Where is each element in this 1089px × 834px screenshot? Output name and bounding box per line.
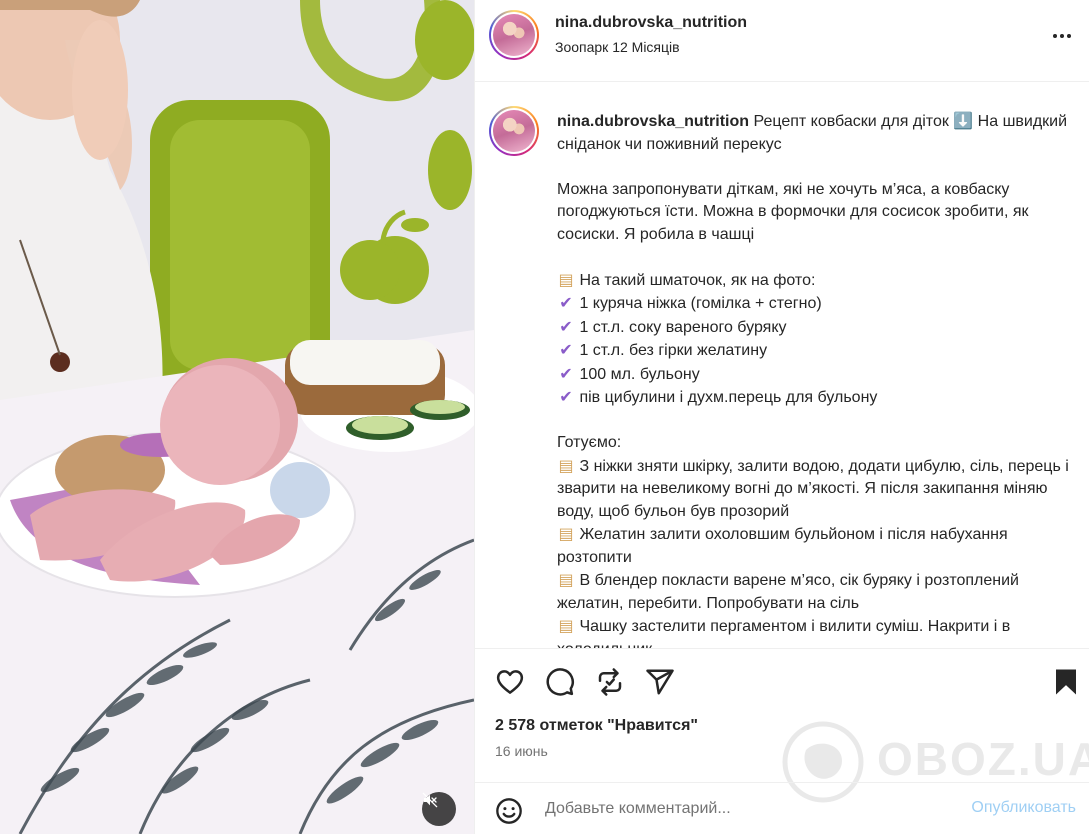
steps-header: Готуємо: <box>557 434 622 451</box>
sandwich-icon: ▤ <box>558 570 574 589</box>
post-caption: nina.dubrovska_nutrition Рецепт ковбаски… <box>557 111 1072 648</box>
check-icon: ✔ <box>559 340 573 359</box>
check-icon: ✔ <box>559 387 573 406</box>
comment-bar: Опубликовать <box>475 782 1089 834</box>
step-item: Чашку застелити пергаментом і вилити сум… <box>557 618 1011 648</box>
publish-button[interactable]: Опубликовать <box>971 799 1076 817</box>
share-icon[interactable] <box>645 667 675 697</box>
emoji-icon[interactable] <box>495 797 523 825</box>
author-avatar[interactable] <box>489 10 539 60</box>
post-header: nina.dubrovska_nutrition Зоопарк 12 Міся… <box>475 0 1089 82</box>
portion-header: На такий шматочок, як на фото: <box>579 271 816 289</box>
author-username[interactable]: nina.dubrovska_nutrition <box>555 14 747 32</box>
sandwich-icon: ▤ <box>558 269 574 289</box>
caption-paragraph: Можна запропонувати діткам, які не хочут… <box>557 180 1029 243</box>
check-icon: ✔ <box>559 363 573 383</box>
heart-icon[interactable] <box>495 667 525 697</box>
comment-icon[interactable] <box>545 667 575 697</box>
likes-count[interactable]: 2 578 отметок "Нравится" <box>495 717 698 735</box>
bookmark-icon[interactable] <box>1051 667 1081 697</box>
post-date[interactable]: 16 июнь <box>495 743 548 759</box>
step-item: З ніжки зняти шкірку, залити водою, дода… <box>557 457 1069 520</box>
caption-username[interactable]: nina.dubrovska_nutrition <box>557 113 749 130</box>
post-details-panel: nina.dubrovska_nutrition Зоопарк 12 Міся… <box>474 0 1089 834</box>
ingredient-item: 1 ст.л. соку вареного буряку <box>579 318 787 336</box>
step-item: Желатин залити охоловшим бульйоном і піс… <box>557 526 1008 566</box>
ingredient-item: 100 мл. бульону <box>579 365 700 383</box>
check-icon: ✔ <box>559 293 573 312</box>
check-icon: ✔ <box>559 316 573 336</box>
post-photo <box>0 0 474 834</box>
repost-icon[interactable] <box>595 667 625 697</box>
post-media[interactable] <box>0 0 474 834</box>
mute-button[interactable] <box>422 792 456 826</box>
step-item: В блендер покласти варене м’ясо, сік бур… <box>557 572 1019 612</box>
ingredient-item: 1 куряча ніжка (гомілка + стегно) <box>579 295 822 312</box>
watermark-text: OBOZ.UA <box>877 733 1089 785</box>
action-bar <box>475 648 1089 710</box>
ingredient-item: пів цибулини і духм.перець для бульону <box>579 389 878 406</box>
ingredient-item: 1 ст.л. без гірки желатину <box>579 342 768 359</box>
sandwich-icon: ▤ <box>558 524 574 543</box>
muted-speaker-icon <box>422 792 438 808</box>
more-options-icon[interactable] <box>1048 26 1076 46</box>
sandwich-icon: ▤ <box>558 616 574 635</box>
sandwich-icon: ▤ <box>558 455 574 475</box>
audio-label[interactable]: Зоопарк 12 Місяців <box>555 39 680 55</box>
caption-section: nina.dubrovska_nutrition Рецепт ковбаски… <box>475 83 1089 648</box>
caption-author-avatar[interactable] <box>489 106 539 156</box>
comment-input[interactable] <box>545 797 945 821</box>
